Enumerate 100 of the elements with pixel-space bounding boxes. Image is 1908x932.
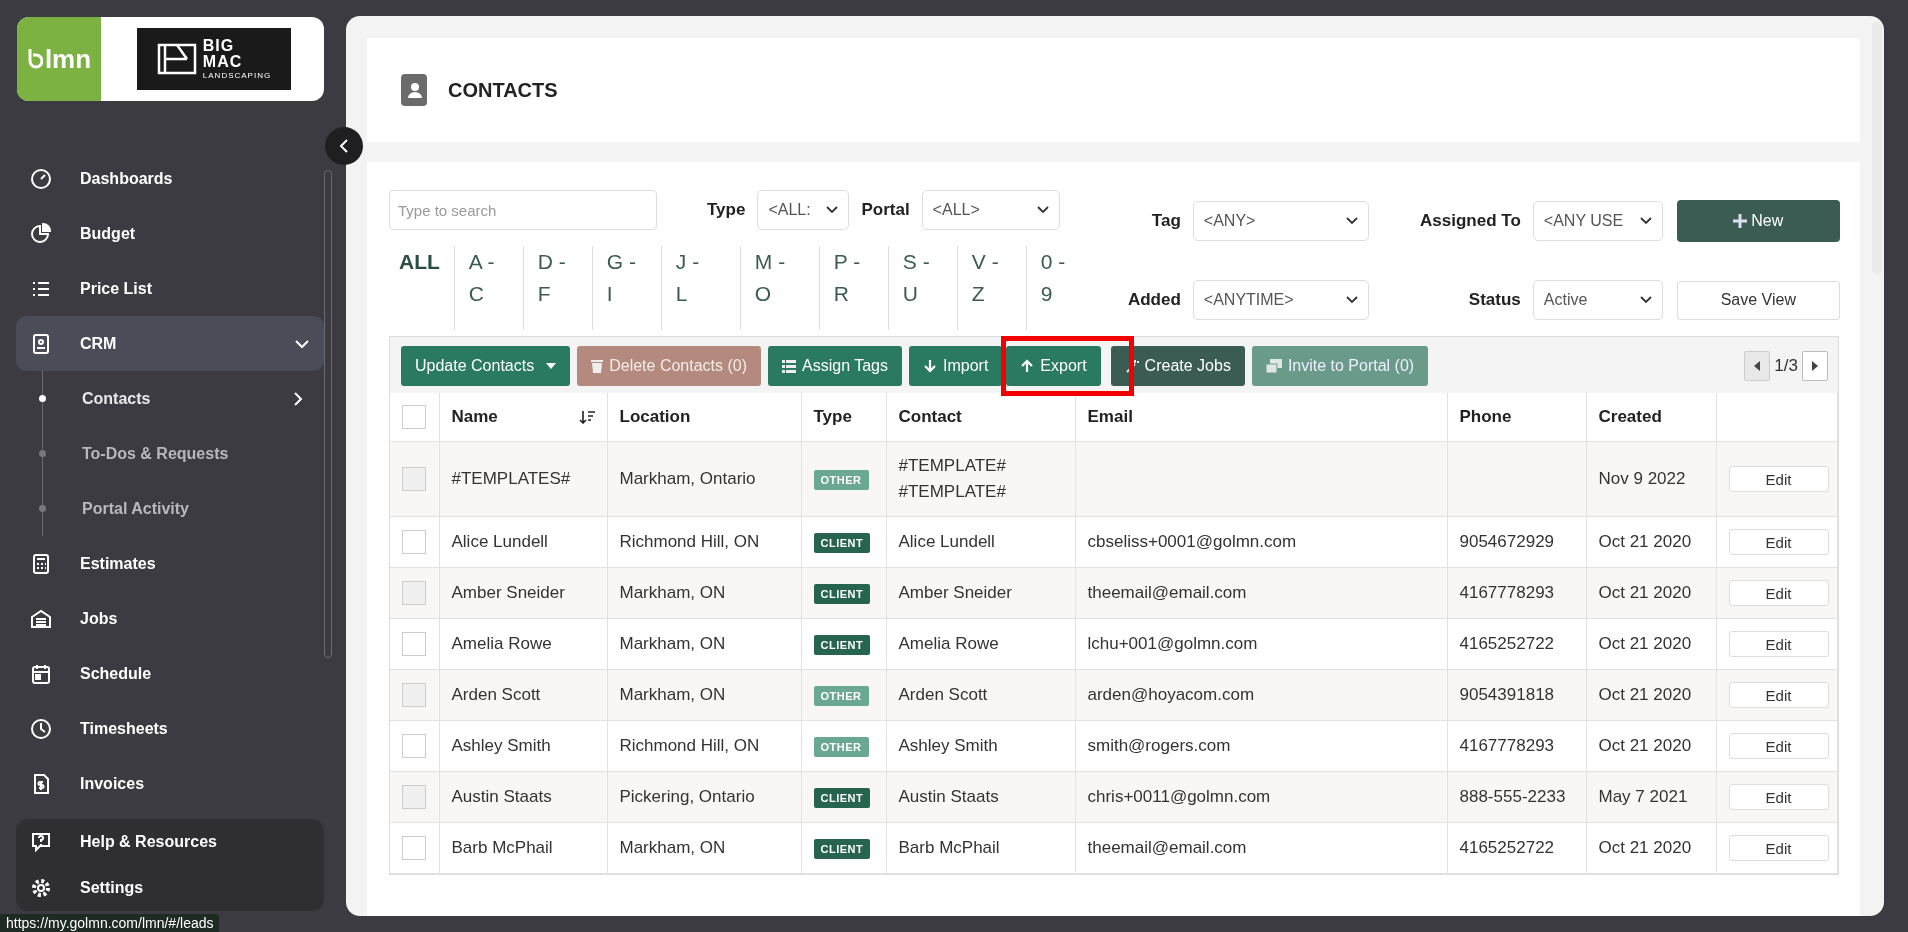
table-cell: Pickering, Ontario [619,787,755,806]
table-cell: 4165252722 [1459,634,1555,653]
nav-item[interactable]: Invoices [16,756,324,811]
nav-item[interactable]: Timesheets [16,701,324,756]
edit-button[interactable]: Edit [1728,529,1829,555]
plus-icon [1733,214,1748,228]
collapse-button[interactable] [325,127,363,165]
filter-label: Type [707,200,746,220]
letter-tab[interactable]: S - U [887,246,957,330]
added-dropdown[interactable]: <ANYTIME> [1192,280,1369,320]
tag-dropdown[interactable]: <ANY> [1192,201,1369,241]
letter-tab[interactable]: D - F [522,246,592,330]
assigned-dropdown[interactable]: <ANY USE [1532,201,1663,241]
table-cell: Alice Lundell [451,532,548,551]
bullet-icon [39,395,46,402]
caret-icon [1036,206,1049,214]
column-header[interactable]: Name [451,407,498,427]
nav-item[interactable]: Estimates [16,536,324,591]
table-cell-text: #TEMPLATE# [898,456,1007,476]
nav-item[interactable]: Jobs [16,591,324,646]
next-page-button[interactable] [1802,351,1828,381]
letter-tab[interactable]: A - C [453,246,523,330]
table-cell: Markham, ON [619,634,726,653]
table-cell-text: Alice Lundell [898,532,996,552]
sort-icon[interactable] [578,410,595,424]
contact-card-icon [401,74,427,106]
bullet-icon [39,450,46,457]
company-tagline: LANDSCAPING [202,72,272,80]
letter-tab[interactable]: ALL [389,246,454,330]
edit-button[interactable]: Edit [1728,733,1829,759]
edit-button[interactable]: Edit [1728,835,1829,861]
nav-item[interactable]: Price List [16,261,324,316]
letter-tab[interactable]: V - Z [956,246,1026,330]
wand-icon [1124,359,1139,373]
toolbar-button[interactable]: Export [1006,346,1101,386]
letter-tab[interactable]: 0 - 9 [1025,246,1095,330]
status-dropdown[interactable]: Active [1532,280,1663,320]
table-cell: 4165252722 [1459,838,1555,857]
type-tag: CLIENT [813,838,871,859]
letter-tab[interactable]: G - I [591,246,661,330]
letter-tab[interactable]: P - R [818,246,888,330]
nav-item[interactable]: Schedule [16,646,324,701]
edit-button[interactable]: Edit [1728,784,1829,810]
table-cell: Oct 21 2020 [1598,736,1692,755]
list-icon [782,359,797,373]
nav-subitem[interactable]: Contacts [43,371,324,426]
new-button[interactable]: New [1676,200,1840,242]
row-checkbox[interactable] [402,632,426,656]
column-header[interactable]: Location [619,407,691,427]
nav-item[interactable]: Settings [16,865,324,911]
column-header[interactable]: Type [813,407,852,427]
toolbar-button[interactable]: Assign Tags [768,346,902,386]
table-cell: Nov 9 2022 [1598,469,1686,488]
portal-dropdown[interactable]: <ALL> [921,190,1060,230]
toolbar-button[interactable]: Update Contacts [401,346,571,386]
nav-subitem[interactable]: To-Dos & Requests [43,426,324,481]
table-cell: Oct 21 2020 [1598,634,1692,653]
type-tag: CLIENT [813,532,871,553]
table-cell: smith@rogers.com [1087,736,1231,755]
nav-item[interactable]: Help & Resources [16,819,324,865]
type-tag: OTHER [813,685,869,706]
row-checkbox[interactable] [402,467,426,491]
up-arrow-icon [1020,359,1035,373]
nav-subitem[interactable]: Portal Activity [43,481,324,536]
row-checkbox[interactable] [402,785,426,809]
toolbar-button[interactable]: Import [909,346,1003,386]
column-header[interactable]: Contact [898,407,962,427]
type-tag: OTHER [813,469,869,490]
type-dropdown[interactable]: <ALL: [757,190,850,230]
table-cell: theemail@email.com [1087,583,1247,602]
edit-button[interactable]: Edit [1728,580,1829,606]
row-checkbox[interactable] [402,683,426,707]
row-checkbox[interactable] [402,734,426,758]
nav-item[interactable]: Budget [16,206,324,261]
letter-tab[interactable]: J - L [660,246,740,330]
letter-tab[interactable]: M - O [739,246,819,330]
column-header[interactable]: Phone [1459,407,1512,427]
table-cell: Markham, ON [619,685,726,704]
row-checkbox[interactable] [402,581,426,605]
save-view-button[interactable]: Save View [1676,280,1840,320]
row-checkbox[interactable] [402,836,426,860]
chevron-icon [338,138,350,154]
nav-item[interactable]: CRM [16,316,324,371]
nav-item[interactable]: Dashboards [16,151,324,206]
row-checkbox[interactable] [402,530,426,554]
column-header[interactable]: Created [1598,407,1662,427]
edit-button[interactable]: Edit [1728,682,1829,708]
table-cell: Oct 21 2020 [1598,532,1692,551]
edit-button[interactable]: Edit [1728,466,1829,492]
previous-page-button[interactable] [1744,351,1771,381]
table-cell: lchu+001@golmn.com [1087,634,1258,653]
table-cell: #TEMPLATES# [451,469,571,488]
column-header[interactable]: Email [1087,407,1133,427]
select-all-checkbox[interactable] [402,405,426,429]
right-caret-icon [1812,361,1818,371]
table-cell: chris+0011@golmn.com [1087,787,1271,806]
toolbar-button[interactable]: Create Jobs [1110,346,1245,386]
edit-button[interactable]: Edit [1728,631,1829,657]
search-field[interactable]: Type to search [389,190,657,230]
scrollbar[interactable] [1872,22,1882,274]
